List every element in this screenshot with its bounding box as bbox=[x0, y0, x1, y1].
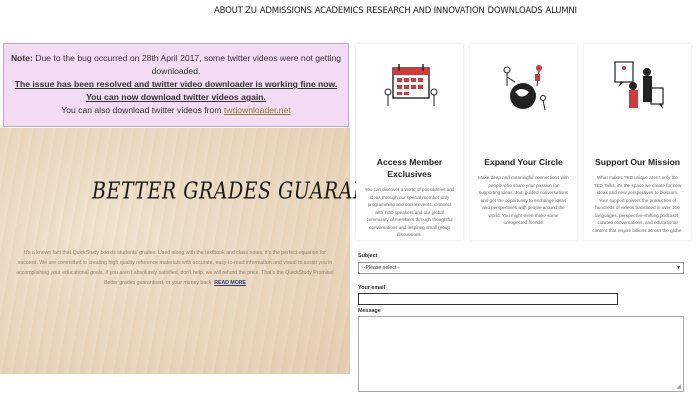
nav-item-about[interactable]: ABOUT ZU bbox=[214, 6, 257, 16]
card-support-mission: Support Our Mission What makes TED uniqu… bbox=[584, 44, 691, 240]
message-textarea[interactable]: ◢ bbox=[358, 316, 684, 392]
message-label: Message bbox=[358, 308, 381, 314]
note-label: Note: bbox=[10, 53, 33, 63]
top-nav: ABOUT ZU ADMISSIONS ACADEMICS RESEARCH A… bbox=[0, 0, 700, 24]
subject-selected-value: --Please select-- bbox=[362, 265, 400, 271]
banner-text: It's a known fact that QuickStudy boosts… bbox=[16, 250, 334, 286]
support-people-icon bbox=[614, 61, 664, 109]
card-title: Support Our Mission bbox=[595, 157, 680, 167]
note-fixed-text: The issue has been resolved and twitter … bbox=[14, 79, 338, 102]
banner-paragraph: It's a known fact that QuickStudy boosts… bbox=[14, 248, 336, 288]
calendar-icon bbox=[384, 64, 438, 106]
globe-people-icon bbox=[503, 65, 546, 111]
subject-label: Subject bbox=[358, 253, 378, 259]
resize-handle-icon[interactable]: ◢ bbox=[676, 383, 681, 390]
card-expand-circle: Expand Your Circle Make deep and meaning… bbox=[470, 44, 577, 240]
card-title: Expand Your Circle bbox=[484, 157, 563, 167]
email-field[interactable] bbox=[358, 293, 618, 305]
card-body: You can discover a world of possibilitie… bbox=[364, 187, 455, 237]
note-box: Note: Due to the bug occurred on 28th Ap… bbox=[3, 43, 349, 127]
chevron-down-icon: ▾ bbox=[676, 265, 680, 271]
email-label: Your email bbox=[358, 285, 386, 291]
nav-item-alumni[interactable]: ALUMNI bbox=[545, 6, 577, 16]
card-member-exclusives: Access Member Exclusives You can discove… bbox=[356, 44, 463, 240]
note-text: Due to the bug occurred on 28th April 20… bbox=[32, 53, 342, 76]
nav-item-research[interactable]: RESEARCH AND INNOVATION bbox=[366, 6, 484, 16]
card-title: Access Member Exclusives bbox=[376, 157, 443, 179]
subject-select[interactable]: --Please select-- ▾ bbox=[358, 262, 684, 274]
nav-list: ABOUT ZU ADMISSIONS ACADEMICS RESEARCH A… bbox=[214, 6, 577, 16]
card-body: Make deep and meaningful connections wit… bbox=[478, 175, 569, 225]
note-line: Note: Due to the bug occurred on 28th Ap… bbox=[10, 52, 342, 78]
grades-banner: BETTER GRADES GUARANTEED It's a known fa… bbox=[0, 128, 427, 374]
nav-item-downloads[interactable]: DOWNLOADS bbox=[488, 6, 543, 16]
read-more-link[interactable]: READ MORE bbox=[214, 280, 246, 286]
note-also-line: You can also download twitter videos fro… bbox=[10, 104, 342, 117]
nav-item-academics[interactable]: ACADEMICS bbox=[315, 6, 364, 16]
nav-item-admissions[interactable]: ADMISSIONS bbox=[260, 6, 312, 16]
note-also-text: You can also download twitter videos fro… bbox=[61, 105, 224, 115]
twdownloader-link[interactable]: twdownloader.net bbox=[224, 105, 291, 115]
card-body: What makes TED unique aren't only the TE… bbox=[592, 175, 683, 233]
